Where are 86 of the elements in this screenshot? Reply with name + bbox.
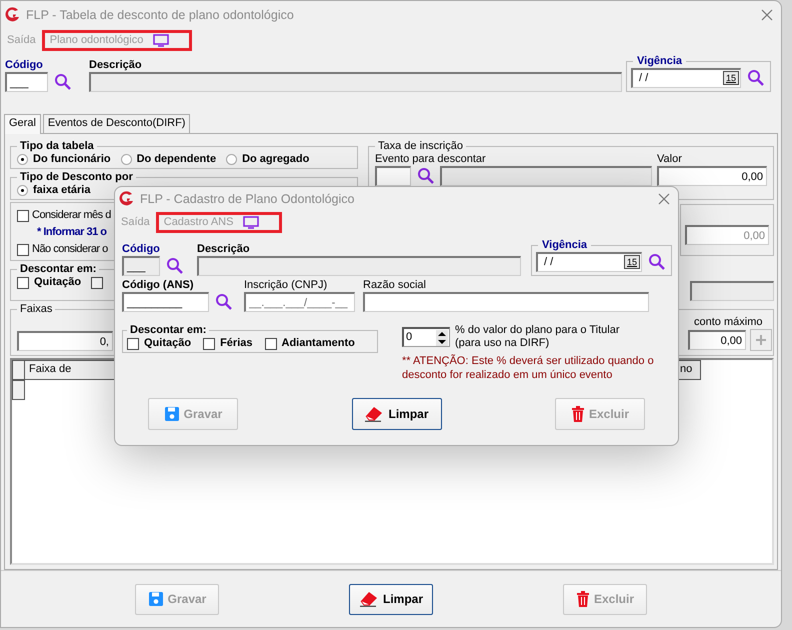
group-title: Descontar em: <box>19 263 98 276</box>
checkbox[interactable] <box>91 276 104 288</box>
radio-button[interactable] <box>226 154 238 165</box>
group-title: Tipo da tabela <box>19 140 95 153</box>
search-icon[interactable] <box>54 73 72 91</box>
checkbox[interactable] <box>127 338 139 350</box>
field-label: Razão social <box>363 279 427 292</box>
checkbox-label: Não considerar o <box>32 243 108 256</box>
field-label: Inscrição (CNPJ) <box>244 279 328 292</box>
radio-button[interactable] <box>120 154 132 165</box>
search-icon[interactable] <box>417 167 435 185</box>
field-label: Descrição <box>197 243 251 256</box>
field-label: Código (ANS) <box>122 279 194 292</box>
value-field[interactable]: 0, <box>17 331 113 351</box>
tab[interactable]: Geral <box>4 114 41 134</box>
floppy-icon <box>148 591 164 607</box>
logo-icon <box>5 7 21 23</box>
trash-icon <box>576 591 590 607</box>
checkbox[interactable] <box>17 244 29 256</box>
event-code-field[interactable] <box>375 166 411 186</box>
field-label: Evento para descontar <box>375 153 487 166</box>
checkbox-label: Quitação <box>34 276 82 289</box>
close-icon[interactable] <box>658 193 670 205</box>
checkbox[interactable] <box>17 276 29 288</box>
checkbox[interactable] <box>17 210 29 222</box>
action-button[interactable]: Limpar <box>352 398 442 430</box>
search-icon[interactable] <box>747 69 765 87</box>
value-field: 0,00 <box>685 225 769 245</box>
floppy-icon <box>164 406 180 422</box>
value-field[interactable]: 0,00 <box>657 166 767 186</box>
tab[interactable]: Eventos de Desconto(DIRF) <box>42 114 190 133</box>
window-title: FLP - Cadastro de Plano Odontológico <box>140 192 354 206</box>
group-title: Taxa de inscrição <box>377 140 464 153</box>
radio-button[interactable] <box>17 185 28 196</box>
checkbox-label: Considerar mês d <box>32 209 111 222</box>
field-label: Valor <box>657 153 683 166</box>
note-text: * Informar 31 o <box>36 226 108 239</box>
radio-button[interactable] <box>17 154 28 165</box>
monitor-icon[interactable] <box>153 34 170 46</box>
group-title: Vigência <box>541 239 588 252</box>
field-label: Código <box>5 59 44 72</box>
date-value: / / <box>639 71 648 86</box>
percent-spinner[interactable]: 0 <box>402 327 450 347</box>
radio-label: Do funcionário <box>33 153 111 166</box>
checkbox-label: Adiantamento <box>282 337 355 350</box>
eraser-icon <box>364 406 384 422</box>
value-field[interactable]: 0,00 <box>688 330 746 350</box>
plus-icon <box>756 335 766 345</box>
field-label: Descrição <box>89 59 143 72</box>
group-title: Faixas <box>19 303 54 316</box>
radio-label: faixa etária <box>33 184 90 197</box>
window-title: FLP - Tabela de desconto de plano odontológico <box>26 8 294 22</box>
ans-code-field[interactable]: _________ <box>122 292 209 312</box>
eraser-icon <box>358 591 379 607</box>
company-name-field[interactable] <box>363 292 649 312</box>
search-icon[interactable] <box>648 253 666 271</box>
percent-label: % do valor do plano para o Titular <box>455 324 620 337</box>
code-field[interactable]: ___ <box>5 72 48 92</box>
field-label: Código <box>122 243 161 256</box>
close-icon[interactable] <box>761 9 773 21</box>
calendar-button[interactable]: 15 <box>624 255 640 269</box>
date-field[interactable]: / / 15 <box>536 252 642 272</box>
action-button[interactable]: Limpar <box>349 584 433 614</box>
cnpj-field[interactable]: __.___.___/____-__ <box>244 292 355 312</box>
radio-label: Do agregado <box>242 153 310 166</box>
percent-note: (para uso na DIRF) <box>455 337 550 350</box>
calendar-button[interactable]: 15 <box>722 71 739 85</box>
field-label: conto máximo <box>694 316 764 329</box>
date-value: / / <box>544 255 554 270</box>
row-header-cell <box>12 380 25 400</box>
checkbox-label: Férias <box>220 337 252 350</box>
group-title: Vigência <box>636 55 684 68</box>
monitor-icon[interactable] <box>243 216 260 228</box>
warning-text: ** ATENÇÃO: Este % deverá ser utilizado quando o desconto for realizado em um único evento <box>402 354 655 382</box>
trash-icon <box>570 406 585 422</box>
radio-label: Do dependente <box>136 153 216 166</box>
search-icon[interactable] <box>166 257 184 275</box>
code-field: ___ <box>122 256 160 276</box>
checkbox-label: Quitação <box>144 337 192 350</box>
group-title: Tipo de Desconto por <box>19 171 134 184</box>
group-title: Descontar em: <box>129 324 208 337</box>
checkbox[interactable] <box>264 338 276 350</box>
search-icon[interactable] <box>215 293 233 311</box>
checkbox[interactable] <box>203 338 216 350</box>
date-field[interactable]: / / 15 <box>631 68 741 88</box>
logo-icon <box>119 191 135 207</box>
